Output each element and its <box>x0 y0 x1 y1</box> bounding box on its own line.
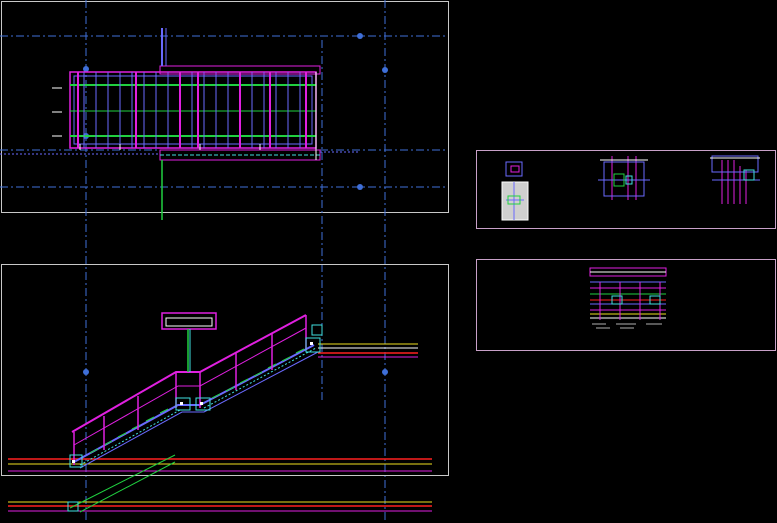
elevation-panel <box>1 264 449 513</box>
stair-elevation <box>69 312 323 469</box>
floor-level-lines <box>8 343 432 512</box>
section-detail-frame <box>476 259 776 351</box>
cad-drawing-canvas <box>0 0 776 523</box>
elevation-frame <box>1 264 449 476</box>
plan-view-panel <box>0 0 449 523</box>
connection-details-panel <box>476 150 776 229</box>
stair-plan <box>0 28 360 220</box>
plan-view-frame <box>1 1 449 213</box>
plan-axis-lines <box>0 0 448 523</box>
section-detail-panel <box>476 259 776 351</box>
